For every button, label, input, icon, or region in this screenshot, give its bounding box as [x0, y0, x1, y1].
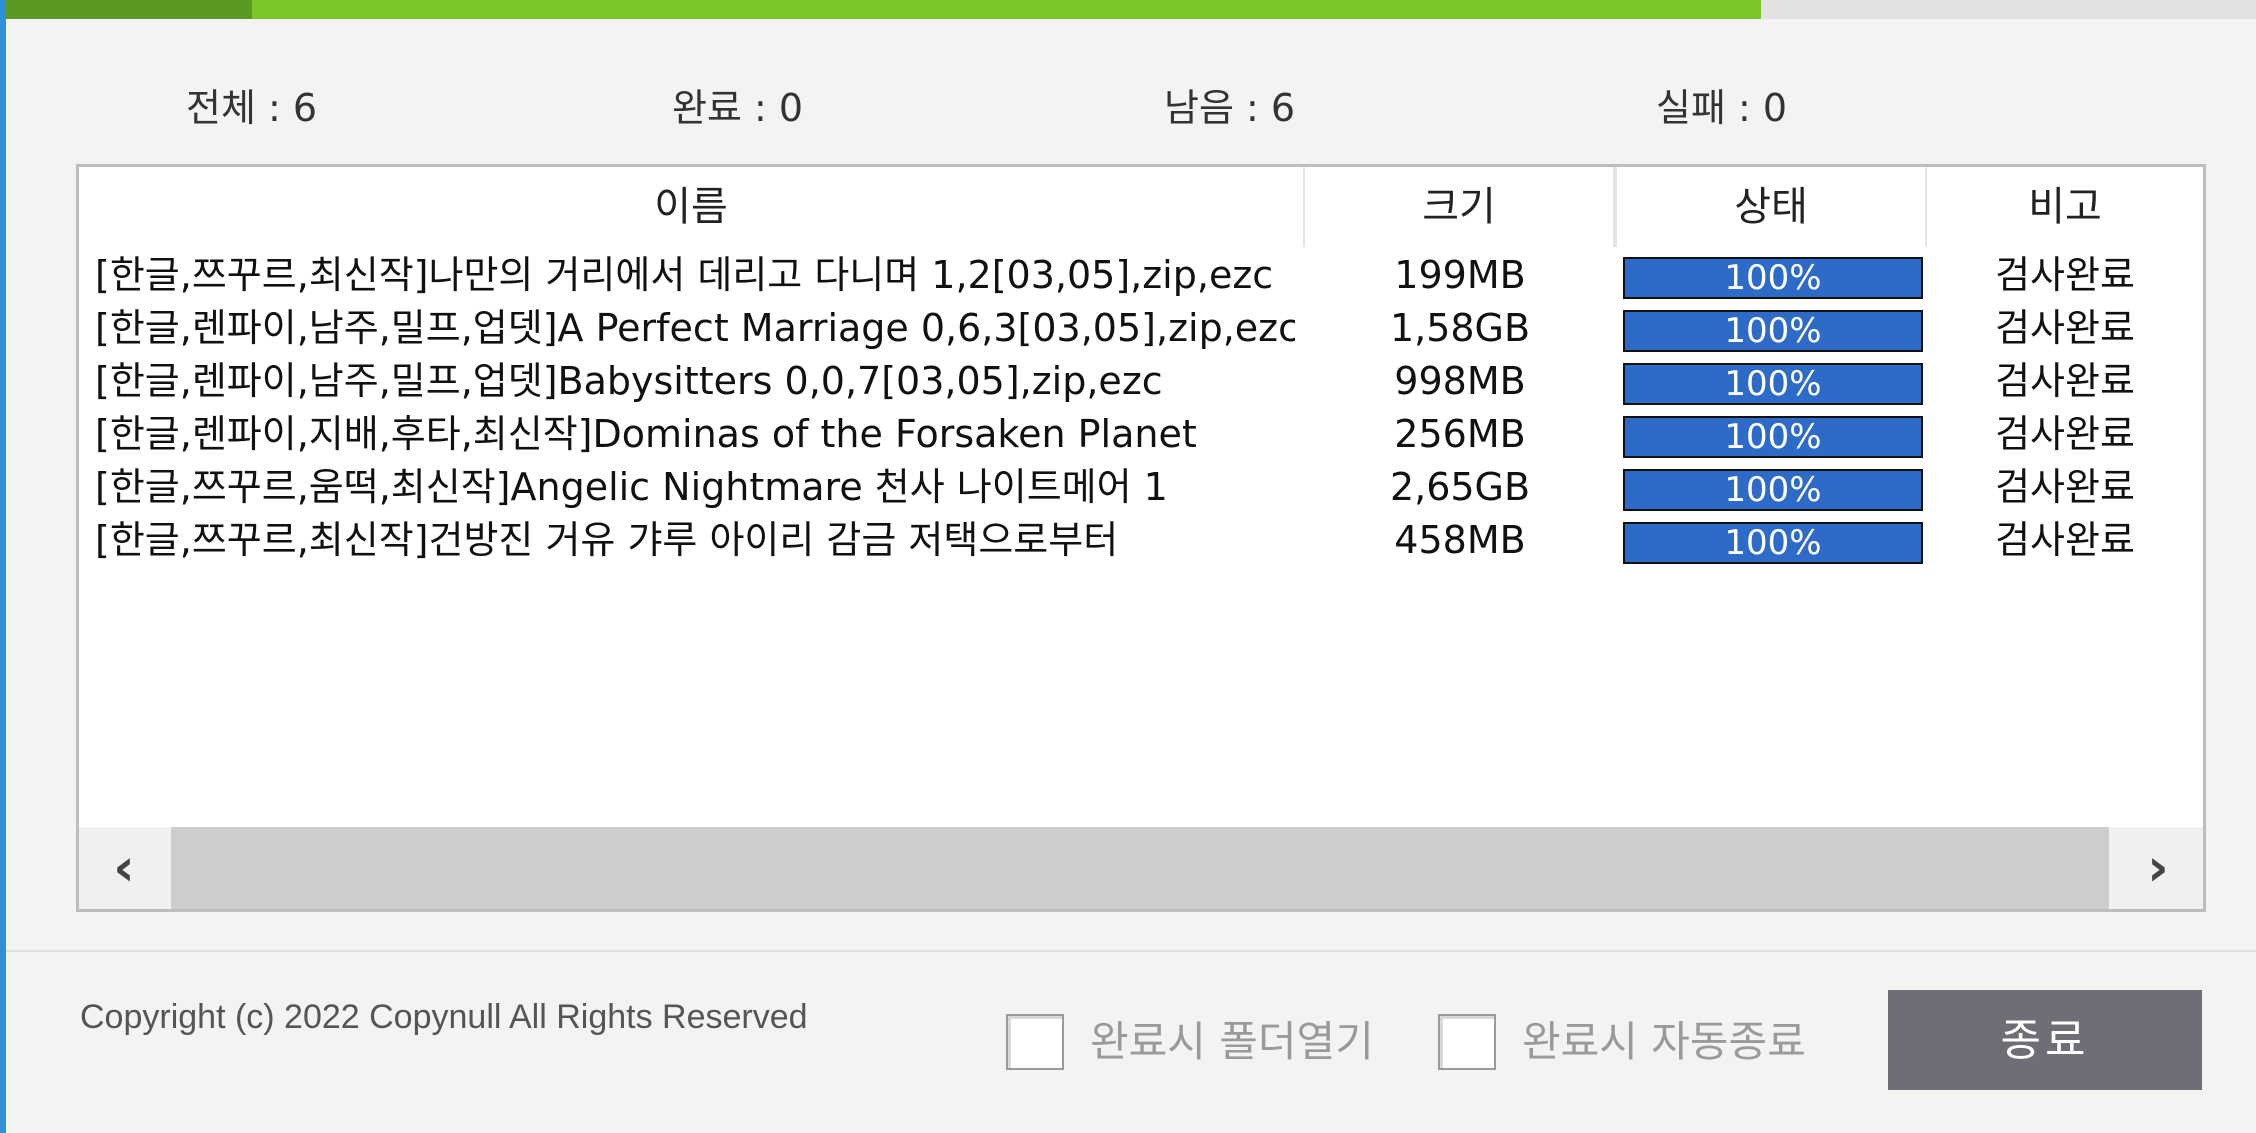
- column-header-name[interactable]: 이름: [79, 167, 1305, 247]
- file-progress-text: 100%: [1724, 470, 1822, 510]
- column-header-note[interactable]: 비고: [1927, 167, 2203, 247]
- list-header: 이름 크기 상태 비고: [79, 167, 2203, 247]
- file-progress-bar: 100%: [1623, 257, 1923, 299]
- file-note: 검사완료: [1995, 306, 2135, 350]
- window-left-edge: [0, 0, 6, 1133]
- file-size: 2,65GB: [1389, 465, 1531, 509]
- file-status: 100%: [1615, 302, 1927, 355]
- file-progress-text: 100%: [1724, 523, 1822, 563]
- table-row[interactable]: [한글,쯔꾸르,움떡,최신작]Angelic Nightmare 천사 나이트메…: [79, 461, 2203, 514]
- file-name: [한글,쯔꾸르,최신작]건방진 거유 갸루 아이리 감금 저택으로부터: [95, 518, 1119, 562]
- file-note: 검사완료: [1995, 465, 2135, 509]
- file-size: 458MB: [1394, 518, 1526, 562]
- auto-close-label[interactable]: 완료시 자동종료: [1522, 1010, 1806, 1074]
- file-note: 검사완료: [1995, 518, 2135, 562]
- file-note: 검사완료: [1995, 412, 2135, 456]
- file-progress-text: 100%: [1724, 258, 1822, 298]
- column-header-size[interactable]: 크기: [1305, 167, 1615, 247]
- file-status: 100%: [1615, 461, 1927, 514]
- stat-done: 완료 : 0: [672, 86, 804, 130]
- file-progress-bar: 100%: [1623, 522, 1923, 564]
- table-row[interactable]: [한글,렌파이,남주,밀프,업뎃]A Perfect Marriage 0,6,…: [79, 302, 2203, 355]
- file-progress-text: 100%: [1724, 364, 1822, 404]
- overall-progress-fill: [6, 0, 1761, 19]
- file-name: [한글,쯔꾸르,최신작]나만의 거리에서 데리고 다니며 1,2[03,05],…: [95, 253, 1274, 297]
- file-status: 100%: [1615, 408, 1927, 461]
- file-name: [한글,렌파이,지배,후타,최신작]Dominas of the Forsake…: [95, 412, 1197, 456]
- table-row[interactable]: [한글,쯔꾸르,최신작]건방진 거유 갸루 아이리 감금 저택으로부터 458MB…: [79, 514, 2203, 567]
- file-note: 검사완료: [1995, 253, 2135, 297]
- auto-close-checkbox[interactable]: [1438, 1014, 1496, 1070]
- file-progress-bar: 100%: [1623, 416, 1923, 458]
- file-name: [한글,렌파이,남주,밀프,업뎃]Babysitters 0,0,7[03,05…: [95, 359, 1163, 403]
- open-folder-checkbox[interactable]: [1006, 1014, 1064, 1070]
- file-status: 100%: [1615, 514, 1927, 567]
- file-note: 검사완료: [1995, 359, 2135, 403]
- file-progress-bar: 100%: [1623, 310, 1923, 352]
- close-button[interactable]: 종료: [1888, 990, 2202, 1090]
- chevron-left-icon[interactable]: ‹: [79, 827, 169, 909]
- file-size: 998MB: [1394, 359, 1526, 403]
- scrollbar-thumb[interactable]: [171, 827, 2109, 909]
- stat-failed: 실패 : 0: [1656, 86, 1788, 130]
- file-size: 256MB: [1394, 412, 1526, 456]
- stats-row: 전체 : 6 완료 : 0 남음 : 6 실패 : 0: [0, 78, 2256, 138]
- horizontal-scrollbar[interactable]: ‹ ›: [79, 827, 2203, 909]
- open-folder-option[interactable]: 완료시 폴더열기: [1006, 1010, 1426, 1074]
- file-size: 1,58GB: [1389, 306, 1531, 350]
- file-progress-text: 100%: [1724, 417, 1822, 457]
- file-list[interactable]: 이름 크기 상태 비고 [한글,쯔꾸르,최신작]나만의 거리에서 데리고 다니며…: [76, 164, 2206, 912]
- open-folder-label[interactable]: 완료시 폴더열기: [1090, 1010, 1374, 1074]
- stat-remaining: 남음 : 6: [1164, 86, 1296, 130]
- overall-progress-segment: [6, 0, 252, 19]
- file-progress-text: 100%: [1724, 311, 1822, 351]
- file-name: [한글,렌파이,남주,밀프,업뎃]A Perfect Marriage 0,6,…: [95, 306, 1295, 350]
- footer-divider: [6, 950, 2256, 952]
- column-header-status[interactable]: 상태: [1615, 167, 1927, 247]
- stat-total: 전체 : 6: [186, 86, 318, 130]
- chevron-right-icon[interactable]: ›: [2113, 827, 2203, 909]
- table-row[interactable]: [한글,쯔꾸르,최신작]나만의 거리에서 데리고 다니며 1,2[03,05],…: [79, 249, 2203, 302]
- copyright-text: Copyright (c) 2022 Copynull All Rights R…: [80, 998, 808, 1036]
- file-progress-bar: 100%: [1623, 469, 1923, 511]
- file-status: 100%: [1615, 355, 1927, 408]
- auto-close-option[interactable]: 완료시 자동종료: [1438, 1010, 1858, 1074]
- file-name: [한글,쯔꾸르,움떡,최신작]Angelic Nightmare 천사 나이트메…: [95, 465, 1168, 509]
- file-status: 100%: [1615, 249, 1927, 302]
- overall-progress-bar: [6, 0, 2256, 19]
- file-progress-bar: 100%: [1623, 363, 1923, 405]
- table-row[interactable]: [한글,렌파이,남주,밀프,업뎃]Babysitters 0,0,7[03,05…: [79, 355, 2203, 408]
- table-row[interactable]: [한글,렌파이,지배,후타,최신작]Dominas of the Forsake…: [79, 408, 2203, 461]
- file-size: 199MB: [1394, 253, 1526, 297]
